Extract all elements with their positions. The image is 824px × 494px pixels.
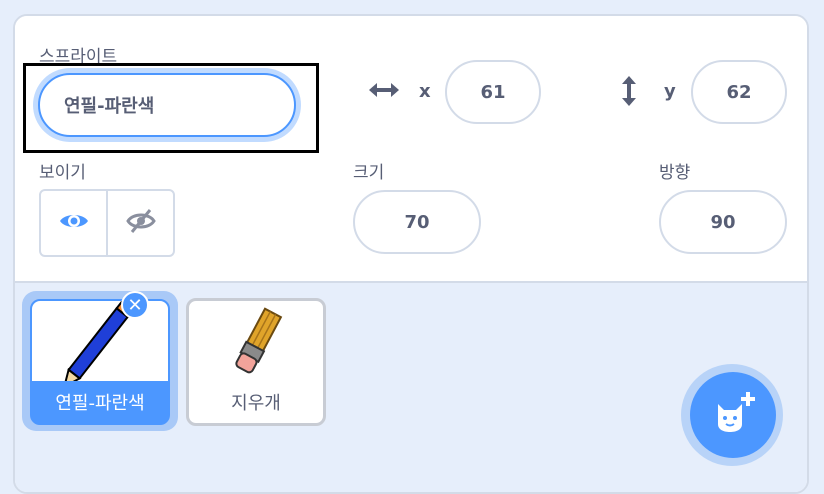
y-label: y bbox=[664, 81, 676, 102]
sprite-name-label: 연필-파란색 bbox=[55, 393, 145, 414]
size-input[interactable]: 70 bbox=[353, 190, 481, 254]
x-input[interactable]: 61 bbox=[445, 60, 541, 124]
cat-plus-icon bbox=[710, 390, 756, 440]
eye-slash-icon bbox=[125, 208, 156, 238]
sprite-name-input[interactable]: 연필-파란색 bbox=[38, 73, 296, 137]
direction-label: 방향 bbox=[659, 163, 691, 183]
sprite-name-label: 지우개 bbox=[231, 393, 281, 414]
hide-button[interactable] bbox=[106, 191, 173, 255]
show-label: 보이기 bbox=[39, 163, 86, 183]
add-sprite-button[interactable] bbox=[690, 372, 776, 458]
horizontal-arrows-icon bbox=[367, 76, 401, 106]
sprite-name-highlight: 연필-파란색 bbox=[23, 63, 319, 153]
eraser-icon bbox=[235, 307, 283, 374]
direction-input[interactable]: 90 bbox=[659, 190, 787, 254]
delete-sprite-button[interactable]: ✕ bbox=[121, 291, 149, 319]
show-button[interactable] bbox=[41, 191, 106, 255]
size-label: 크기 bbox=[353, 163, 385, 183]
x-label: x bbox=[419, 81, 431, 102]
sprite-tile-eraser[interactable]: 지우개 bbox=[186, 298, 326, 426]
close-icon: ✕ bbox=[127, 294, 143, 316]
vertical-arrows-icon bbox=[619, 74, 639, 114]
sprite-info: 스프라이트 연필-파란색 x 61 y 62 보이기 크기 70 방향 90 bbox=[15, 16, 807, 283]
sprite-tile-pencil-blue[interactable]: 연필-파란색 bbox=[30, 299, 170, 425]
eraser-thumbnail bbox=[189, 301, 323, 381]
eye-icon bbox=[59, 210, 89, 236]
visibility-toggle bbox=[39, 189, 175, 257]
pencil-thumbnail bbox=[32, 301, 168, 389]
blue-pencil-icon bbox=[62, 301, 136, 389]
y-input[interactable]: 62 bbox=[691, 60, 787, 124]
